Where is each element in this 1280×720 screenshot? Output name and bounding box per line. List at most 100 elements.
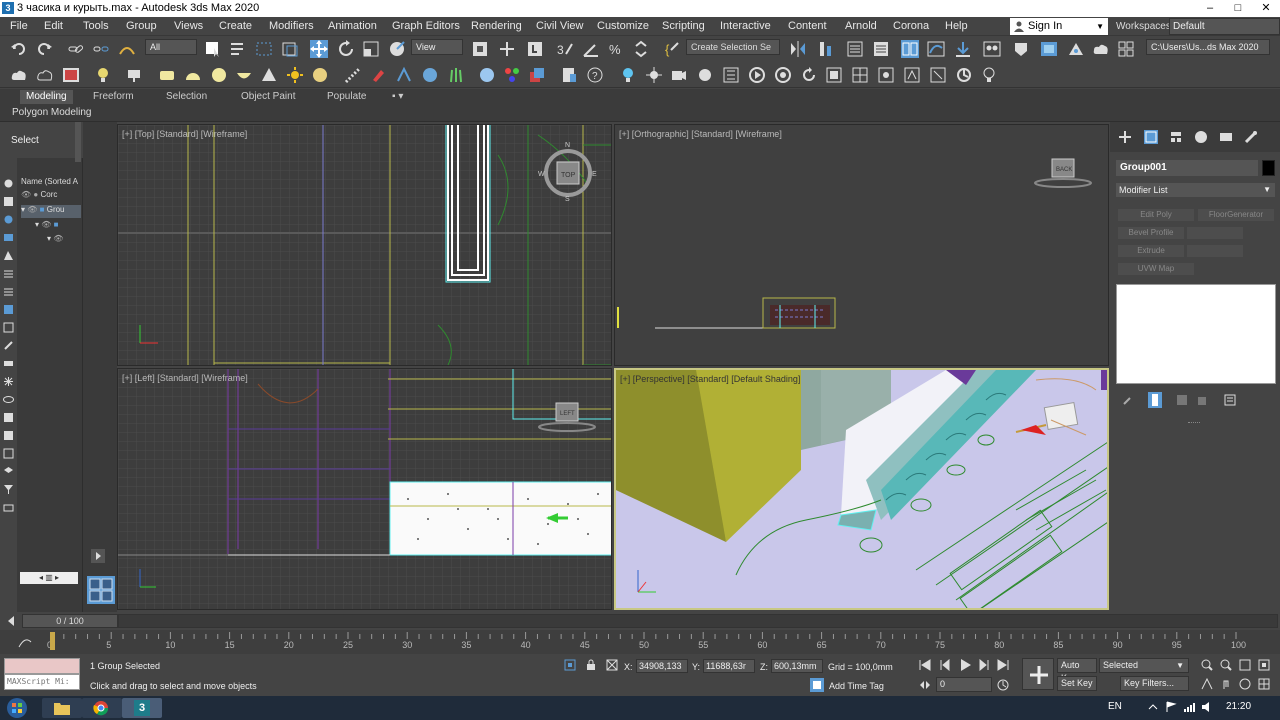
lightbulb-icon[interactable]: [619, 66, 637, 84]
tab-object-paint[interactable]: Object Paint: [235, 90, 301, 104]
menu-interactive[interactable]: Interactive: [720, 20, 771, 32]
scene-explorer-icon[interactable]: [846, 40, 864, 58]
key-filters-button[interactable]: Key Filters...: [1120, 676, 1189, 691]
select-manipulate-icon[interactable]: [498, 40, 516, 58]
xrefs-filter-icon[interactable]: [3, 322, 14, 333]
interactive-render-icon[interactable]: [748, 66, 766, 84]
schematic-view-icon[interactable]: [954, 40, 972, 58]
track-bar[interactable]: 0510152025303540455055606570758085909510…: [0, 630, 1280, 654]
modify-tab-icon[interactable]: [1144, 130, 1158, 144]
clock[interactable]: 21:20: [1226, 701, 1251, 712]
tree-row[interactable]: 👁 ● Corc: [21, 190, 81, 203]
configure-sets-icon[interactable]: [1224, 394, 1236, 406]
menu-corona[interactable]: Corona: [893, 20, 929, 32]
select-and-move-icon[interactable]: [310, 40, 328, 58]
eye-icon[interactable]: 👁: [21, 190, 31, 199]
bind-spacewarp-icon[interactable]: [118, 40, 136, 58]
grass-icon[interactable]: [447, 66, 465, 84]
time-cursor[interactable]: [50, 632, 55, 650]
camera-icon[interactable]: [670, 66, 688, 84]
edit-named-sets-icon[interactable]: {: [662, 40, 680, 58]
pin-stack-icon[interactable]: [1122, 394, 1134, 406]
menu-content[interactable]: Content: [788, 20, 827, 32]
menu-file[interactable]: File: [10, 20, 28, 32]
project-path-field[interactable]: C:\Users\Us...ds Max 2020: [1146, 39, 1270, 55]
viewcube-back-text[interactable]: BACK: [1056, 167, 1072, 173]
empty-modifier-button[interactable]: [1187, 227, 1243, 239]
make-unique-icon[interactable]: [1176, 394, 1188, 406]
maxscript-mini-listener[interactable]: MAXScript Mi:: [4, 674, 80, 690]
play-icon[interactable]: [958, 658, 972, 672]
decal-icon[interactable]: [369, 66, 387, 84]
explorer-horizontal-scrollbar[interactable]: ◂ ▥ ▸: [20, 572, 78, 584]
modifier-stack[interactable]: [1116, 284, 1276, 384]
denoise-icon[interactable]: [877, 66, 895, 84]
named-selection-set-input[interactable]: Create Selection Se: [686, 39, 780, 55]
align-icon[interactable]: [817, 40, 835, 58]
proxy-icon[interactable]: [395, 66, 413, 84]
expand-arrow-icon[interactable]: ▾: [35, 220, 39, 229]
viewport-left[interactable]: [+] [Left] [Standard] [Wireframe] LEFT: [117, 368, 612, 610]
select-and-rotate-icon[interactable]: [337, 40, 355, 58]
shapes-filter-icon[interactable]: [3, 214, 14, 225]
eye-icon[interactable]: 👁: [53, 234, 63, 243]
sun-position-icon[interactable]: [696, 66, 714, 84]
expand-right-icon[interactable]: [91, 549, 105, 563]
percent-snap-icon[interactable]: %: [607, 40, 625, 58]
viewport-perspective[interactable]: [+] [Perspective] [Standard] [Default Sh…: [614, 368, 1109, 610]
find-icon[interactable]: [3, 502, 14, 513]
viewport-ortho-label[interactable]: [+] [Orthographic] [Standard] [Wireframe…: [619, 129, 782, 139]
add-time-tag-label[interactable]: Add Time Tag: [829, 681, 884, 691]
menu-create[interactable]: Create: [219, 20, 252, 32]
cone-icon[interactable]: [260, 66, 278, 84]
hierarchy-tab-icon[interactable]: [1169, 130, 1183, 144]
tree-row[interactable]: ▾ 👁 ■: [21, 220, 81, 233]
redo-icon[interactable]: [35, 40, 53, 58]
go-to-start-icon[interactable]: [919, 659, 931, 671]
time-slider-track[interactable]: [118, 614, 1278, 628]
lightmix-icon[interactable]: [903, 66, 921, 84]
tab-selection[interactable]: Selection: [160, 90, 213, 104]
flag-icon[interactable]: [1165, 701, 1177, 713]
fur-icon[interactable]: [421, 66, 439, 84]
current-frame-field[interactable]: 0: [936, 677, 992, 692]
edit-poly-button[interactable]: Edit Poly: [1118, 209, 1194, 221]
x-coordinate-field[interactable]: 34908,133: [636, 659, 688, 673]
extrude-button[interactable]: Extrude: [1118, 245, 1184, 257]
groups-filter-icon[interactable]: [3, 304, 14, 315]
render-setup-icon[interactable]: [1012, 40, 1030, 58]
viewport-orthographic[interactable]: [+] [Orthographic] [Standard] [Wireframe…: [614, 124, 1109, 366]
menu-modifiers[interactable]: Modifiers: [269, 20, 314, 32]
cameras-filter-icon[interactable]: [3, 250, 14, 261]
empty-modifier-button-2[interactable]: [1187, 245, 1243, 257]
image-panel-icon[interactable]: [62, 66, 80, 84]
viewport-top-label[interactable]: [+] [Top] [Standard] [Wireframe]: [122, 129, 247, 139]
tray-arrow-icon[interactable]: [1147, 701, 1159, 713]
project-folder-icon[interactable]: [1117, 40, 1135, 58]
pan-view-icon[interactable]: [1220, 678, 1232, 690]
isolate-selection-icon[interactable]: [564, 659, 576, 671]
maximize-viewport-icon[interactable]: [1258, 678, 1270, 690]
layer-explorer-icon[interactable]: [872, 40, 890, 58]
minimize-button[interactable]: –: [1196, 0, 1224, 17]
list2-icon[interactable]: [3, 430, 14, 441]
dome-light-icon[interactable]: [125, 66, 143, 84]
time-slider-prev-icon[interactable]: [6, 615, 16, 627]
tab-freeform[interactable]: Freeform: [87, 90, 140, 104]
list-icon[interactable]: [3, 412, 14, 423]
snaps-toggle-icon[interactable]: 3: [556, 40, 574, 58]
viewport-persp-label[interactable]: [+] [Perspective] [Standard] [Default Sh…: [620, 374, 800, 384]
toggle-ribbon-icon[interactable]: [901, 40, 919, 58]
refresh-render-icon[interactable]: [800, 66, 818, 84]
start-button-icon[interactable]: [6, 697, 28, 719]
converter-tools-icon[interactable]: [955, 66, 973, 84]
cloud-outline-icon[interactable]: [36, 66, 54, 84]
rendered-frame-window-icon[interactable]: [1040, 40, 1058, 58]
lights-filter-icon[interactable]: [3, 232, 14, 243]
material-sphere-icon[interactable]: [311, 66, 329, 84]
expand-arrow-icon[interactable]: ▾: [21, 205, 25, 214]
viewport-layout-icon[interactable]: [87, 576, 115, 604]
floor-generator-button[interactable]: FloorGenerator: [1198, 209, 1274, 221]
angle-snap-icon[interactable]: [582, 40, 600, 58]
volume-icon[interactable]: [1201, 701, 1213, 713]
